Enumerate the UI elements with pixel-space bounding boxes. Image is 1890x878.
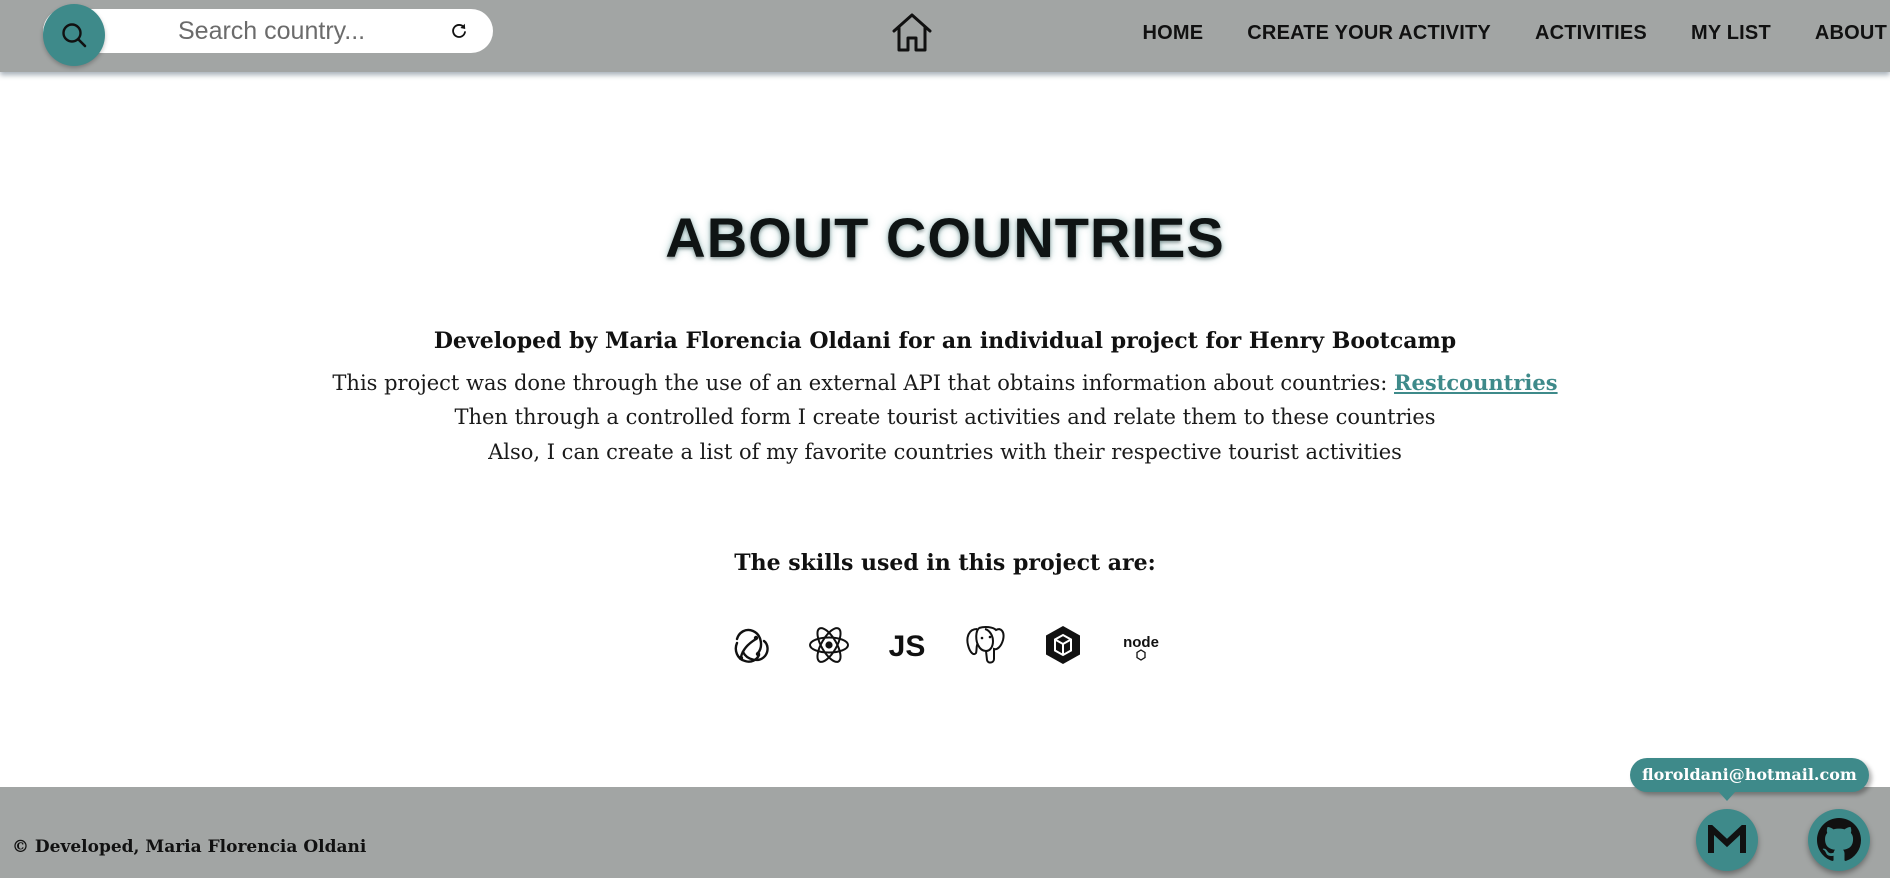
email-tooltip: floroldani@hotmail.com — [1630, 758, 1869, 792]
nav-activities[interactable]: ACTIVITIES — [1535, 22, 1647, 45]
mail-icon — [1708, 825, 1746, 853]
home-icon — [892, 13, 932, 52]
navbar: HOME CREATE YOUR ACTIVITY ACTIVITIES MY … — [0, 0, 1890, 72]
subtitle: Developed by Maria Florencia Oldani for … — [433, 328, 1457, 354]
skills-title: The skills used in this project are: — [734, 550, 1156, 576]
search-icon — [62, 23, 87, 48]
skill-react — [805, 621, 853, 669]
javascript-label: JS — [889, 630, 926, 663]
skills-list: JS node — [727, 620, 1165, 670]
javascript-icon: JS — [889, 630, 926, 663]
search-button[interactable] — [43, 4, 105, 66]
home-button[interactable] — [888, 8, 936, 56]
nodejs-label: node — [1123, 634, 1159, 651]
description-line-2: Then through a controlled form I create … — [454, 405, 1436, 429]
nav-my-list[interactable]: MY LIST — [1691, 22, 1771, 45]
github-icon — [1817, 818, 1861, 861]
description-line-1-text: This project was done through the use of… — [332, 371, 1394, 395]
search-input[interactable] — [130, 9, 430, 53]
skill-postgresql — [961, 621, 1009, 669]
skill-nodejs: node — [1117, 621, 1165, 669]
skill-javascript: JS — [883, 621, 931, 669]
github-button[interactable] — [1808, 809, 1870, 871]
sequelize-icon — [1046, 626, 1080, 664]
footer: © Developed, Maria Florencia Oldani — [0, 787, 1890, 878]
redux-icon — [734, 628, 769, 663]
nav-links: HOME CREATE YOUR ACTIVITY ACTIVITIES MY … — [1120, 0, 1890, 66]
nav-create-activity[interactable]: CREATE YOUR ACTIVITY — [1247, 22, 1491, 45]
nodejs-icon: node — [1123, 634, 1159, 661]
postgresql-icon — [966, 625, 1005, 664]
skill-redux — [727, 621, 775, 669]
nav-home[interactable]: HOME — [1142, 22, 1203, 45]
refresh-button[interactable] — [448, 20, 470, 42]
nav-about[interactable]: ABOUT — [1815, 22, 1887, 45]
description-line-1: This project was done through the use of… — [0, 370, 1890, 395]
skill-sequelize — [1039, 621, 1087, 669]
react-icon — [809, 627, 849, 663]
email-button[interactable] — [1696, 809, 1758, 871]
description-line-3: Also, I can create a list of my favorite… — [488, 440, 1402, 464]
page-title: ABOUT COUNTRIES — [665, 206, 1225, 269]
email-tooltip-arrow — [1718, 791, 1736, 801]
refresh-icon — [452, 23, 466, 38]
restcountries-link[interactable]: Restcountries — [1394, 370, 1558, 395]
copyright-text: © Developed, Maria Florencia Oldani — [12, 837, 367, 857]
